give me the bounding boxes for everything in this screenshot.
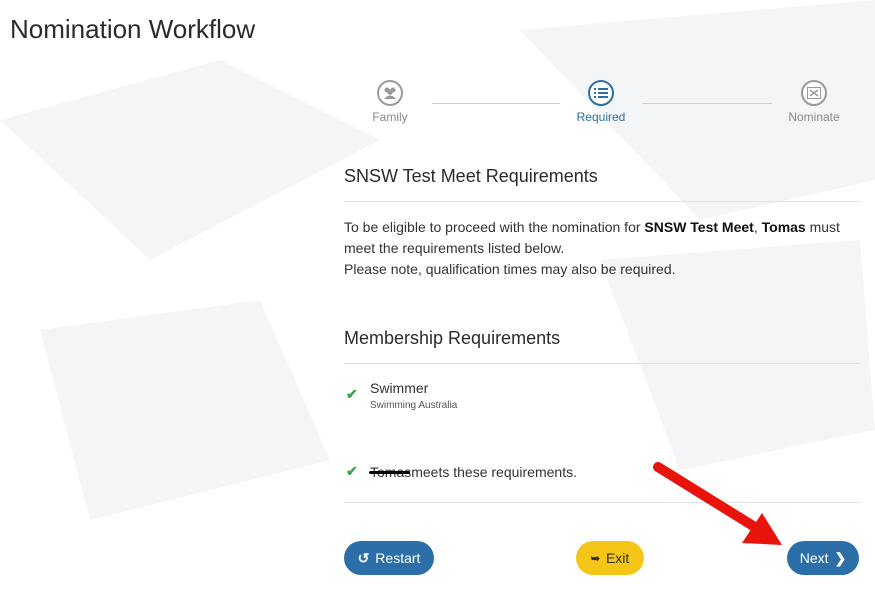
step-connector <box>642 103 772 104</box>
annotation-arrow-icon <box>653 462 782 545</box>
users-icon <box>377 80 403 106</box>
check-icon: ✔ <box>346 386 358 402</box>
flag-icon <box>801 80 827 106</box>
chevron-right-icon: ❯ <box>834 549 847 566</box>
page-title: Nomination Workflow <box>10 14 256 44</box>
requirement-name: Swimmer <box>370 380 429 396</box>
workflow-stepper: Family Required Nominate <box>344 80 860 150</box>
restart-label: Restart <box>375 550 421 566</box>
intro-separator: , <box>753 219 762 235</box>
requirement-organisation: Swimming Australia <box>370 400 458 411</box>
exit-label: Exit <box>605 550 630 566</box>
step-label: Nominate <box>788 110 840 124</box>
membership-heading: Membership Requirements <box>344 328 860 364</box>
workflow-panel: Family Required Nominate SNSW Test Meet … <box>344 80 860 503</box>
requirement-item: ✔ Swimmer Swimming Australia <box>344 380 860 411</box>
check-icon: ✔ <box>346 463 358 479</box>
requirements-intro: To be eligible to proceed with the nomin… <box>344 217 860 280</box>
requirements-heading: SNSW Test Meet Requirements <box>344 166 860 202</box>
next-button[interactable]: Next ❯ <box>787 541 859 575</box>
step-label: Required <box>576 110 626 124</box>
qualification-note: Please note, qualification times may als… <box>344 261 676 277</box>
summary-text: meets these requirements. <box>411 463 577 480</box>
intro-text: To be eligible to proceed with the nomin… <box>344 219 645 235</box>
step-label: Family <box>372 110 408 124</box>
step-connector <box>432 103 560 104</box>
summary-person: Tomas <box>368 463 412 480</box>
next-label: Next <box>799 550 829 566</box>
step-nominate[interactable]: Nominate <box>784 80 844 124</box>
list-icon <box>588 80 614 106</box>
step-required[interactable]: Required <box>574 80 628 124</box>
exit-button[interactable]: ➥ Exit <box>576 541 644 575</box>
restart-icon: ↺ <box>357 549 370 566</box>
step-family[interactable]: Family <box>370 80 410 124</box>
restart-button[interactable]: ↺ Restart <box>344 541 434 575</box>
meet-name: SNSW Test Meet <box>644 219 754 235</box>
exit-icon: ➥ <box>590 552 600 565</box>
person-name: Tomas <box>761 219 806 235</box>
